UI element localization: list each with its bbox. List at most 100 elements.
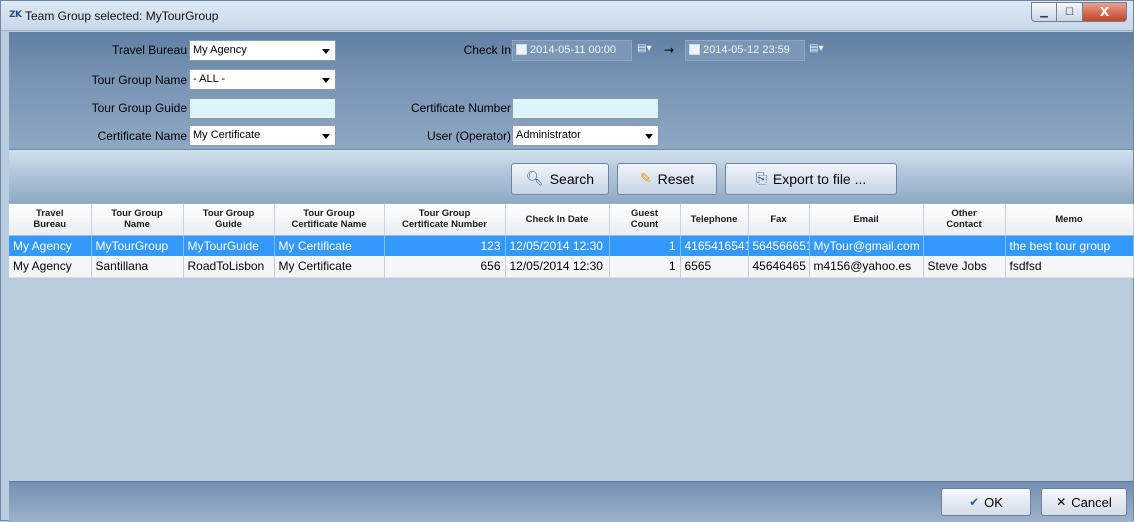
table-cell: Santillana [91,256,184,278]
close-button[interactable]: X [1083,2,1127,22]
action-toolbar: 🔍︎ Search ✎ Reset ⎘ Export to file ... [9,149,1133,203]
table-cell: the best tour group [1005,235,1134,256]
table-cell: 656 [384,256,506,278]
column-header[interactable]: Tour Group Certificate Number [384,204,506,236]
certificate-name-select[interactable]: My Certificate [189,125,336,146]
column-header[interactable]: Tour Group Certificate Name [274,204,385,236]
column-header[interactable]: Check In Date [505,204,610,236]
calendar-icon: ▤▾ [809,43,824,54]
export-button-label: Export to file ... [772,171,867,187]
certificate-name-label: Certificate Name [97,129,187,143]
ok-button[interactable]: ✔ OK [941,488,1031,516]
check-in-to-input[interactable]: 2014-05-12 23:59 [685,40,805,61]
check-in-from-value: 2014-05-11 00:00 [530,44,617,56]
table-row[interactable]: My Agency MyTourGroup MyTourGuide My Cer… [9,235,1134,256]
chevron-down-icon [322,78,330,83]
tour-group-guide-input[interactable] [189,98,336,119]
check-in-to-value: 2014-05-12 23:59 [703,44,790,56]
ok-button-label: OK [984,494,1003,510]
results-table: Travel Bureau Tour Group Name Tour Group… [9,204,1134,278]
zk-logo-icon: ZK [9,10,22,20]
travel-bureau-label: Travel Bureau [112,43,187,57]
cancel-button[interactable]: ✕ Cancel [1041,488,1127,516]
table-cell: 45646465 [748,256,810,278]
search-icon: 🔍︎ [525,171,544,187]
table-cell: 12/05/2014 12:30 [505,256,610,278]
ok-check-icon: ✔ [969,495,980,509]
table-cell: MyTourGuide [183,235,275,256]
dialog-footer: ✔ OK ✕ Cancel [9,481,1133,522]
table-cell: MyTourGroup [91,235,184,256]
user-operator-value: Administrator [516,129,581,141]
cancel-x-icon: ✕ [1056,495,1067,509]
certificate-number-label: Certificate Number [410,101,511,115]
table-cell: 123 [384,235,506,256]
calendar-to-button[interactable]: ▤▾ [809,40,835,61]
reset-button[interactable]: ✎ Reset [617,163,717,195]
column-header[interactable]: Other Contact [923,204,1006,236]
chevron-down-icon [645,134,653,139]
table-cell: 12/05/2014 12:30 [505,235,610,256]
column-header[interactable]: Guest Count [609,204,681,236]
filter-panel: Travel Bureau My Agency Tour Group Name … [9,32,1133,149]
table-cell: Steve Jobs [923,256,1006,278]
check-in-from-checkbox[interactable] [516,44,527,55]
column-header[interactable]: Tour Group Name [91,204,184,236]
table-cell: 564566651 [748,235,810,256]
cancel-button-label: Cancel [1071,494,1112,510]
window-title: Team Group selected: MyTourGroup [25,9,219,23]
chevron-down-icon [322,134,330,139]
table-cell: MyTour@gmail.com [809,235,924,256]
table-cell: 1 [609,256,681,278]
table-cell: My Agency [9,256,92,278]
chevron-down-icon [322,49,330,54]
tour-group-name-label: Tour Group Name [91,73,187,87]
results-grid: Travel Bureau Tour Group Name Tour Group… [9,203,1134,481]
travel-bureau-value: My Agency [193,44,247,56]
table-cell: My Certificate [274,235,385,256]
column-header[interactable]: Telephone [680,204,749,236]
minimize-button[interactable]: ▁ [1031,2,1057,22]
minimize-icon: ▁ [1040,6,1048,18]
user-operator-label: User (Operator) [426,129,511,143]
certificate-name-value: My Certificate [193,129,261,141]
close-icon: X [1099,5,1110,19]
check-in-to-checkbox[interactable] [689,44,700,55]
table-cell: m4156@yahoo.es [809,256,924,278]
reset-button-label: Reset [657,171,695,187]
export-button[interactable]: ⎘ Export to file ... [725,163,897,195]
table-header-row: Travel Bureau Tour Group Name Tour Group… [9,204,1134,236]
search-button-label: Search [549,171,595,187]
check-in-from-input[interactable]: 2014-05-11 00:00 [512,40,632,61]
window-controls: ▁ ☐ X [1031,2,1127,22]
maximize-icon: ☐ [1065,6,1074,18]
certificate-number-input[interactable] [512,98,659,119]
dialog-window: ZK Team Group selected: MyTourGroup ▁ ☐ … [0,0,1134,522]
table-cell: 6565 [680,256,749,278]
tour-group-guide-label: Tour Group Guide [91,101,187,115]
tour-group-name-value: - ALL - [193,73,225,85]
export-icon: ⎘ [755,171,767,187]
travel-bureau-select[interactable]: My Agency [189,40,336,61]
table-cell: My Agency [9,235,92,256]
table-cell: 4165416541 [680,235,749,256]
tour-group-name-select[interactable]: - ALL - [189,69,336,90]
column-header[interactable]: Fax [748,204,810,236]
reset-icon: ✎ [639,171,652,187]
maximize-button[interactable]: ☐ [1057,2,1083,22]
check-in-label: Check In [463,43,511,57]
table-row[interactable]: My Agency Santillana RoadToLisbon My Cer… [9,256,1134,278]
search-button[interactable]: 🔍︎ Search [511,163,609,195]
table-cell: RoadToLisbon [183,256,275,278]
calendar-icon: ▤▾ [637,43,652,54]
title-bar[interactable]: ZK Team Group selected: MyTourGroup ▁ ☐ … [1,1,1133,31]
column-header[interactable]: Memo [1005,204,1134,236]
calendar-from-button[interactable]: ▤▾ [637,40,663,61]
date-range-arrow: → [664,43,675,57]
column-header[interactable]: Tour Group Guide [183,204,275,236]
user-operator-select[interactable]: Administrator [512,125,659,146]
table-cell: My Certificate [274,256,385,278]
column-header[interactable]: Email [809,204,924,236]
column-header[interactable]: Travel Bureau [9,204,92,236]
table-cell: 1 [609,235,681,256]
